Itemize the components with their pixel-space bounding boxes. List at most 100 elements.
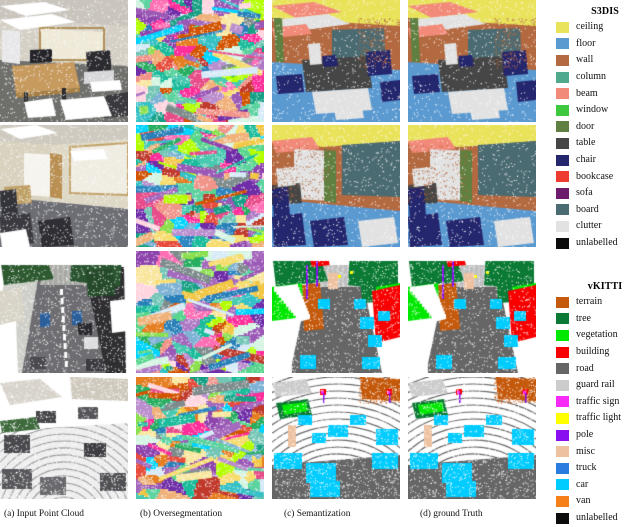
legend-label: truck <box>576 462 597 474</box>
legend-swatch-unlabelled-icon <box>556 512 569 524</box>
legend-row-beam: beam <box>556 85 640 102</box>
legend-row-clutter: clutter <box>556 218 640 235</box>
legend-row-pole: pole <box>556 427 640 444</box>
legend-swatch-clutter-icon <box>556 220 569 232</box>
legend-swatch-column-icon <box>556 71 569 83</box>
legend-vkitti: vKITTI terrain tree vegetation building road… <box>556 281 640 526</box>
legend-swatch-tree-icon <box>556 313 569 325</box>
legend-title-vkitti: vKITTI <box>587 281 623 292</box>
legend-row-column: column <box>556 69 640 86</box>
legend-label: door <box>576 120 595 132</box>
panel-canvas-vkitti-parking-ground-truth <box>408 377 536 499</box>
panel-vkitti-street-ground-truth <box>408 251 536 373</box>
caption-semantization: (c) Semantization <box>284 509 351 519</box>
legend-label: car <box>576 478 589 490</box>
legend-row-wall: wall <box>556 52 640 69</box>
panel-s3dis-room-oversegmentation <box>136 125 264 247</box>
panel-canvas-s3dis-office-oversegmentation <box>136 0 264 122</box>
legend-row-traffic-sign: traffic sign <box>556 394 640 411</box>
panel-grid <box>0 0 540 502</box>
legend-label: ceiling <box>576 21 604 33</box>
legend-label: van <box>576 495 591 507</box>
legend-swatch-ceiling-icon <box>556 21 569 33</box>
legend-swatch-table-icon <box>556 137 569 149</box>
legend-row-vegetation: vegetation <box>556 327 640 344</box>
legend-label: chair <box>576 154 596 166</box>
legend-label: traffic light <box>576 412 622 424</box>
panel-vkitti-street-semantization <box>272 251 400 373</box>
legend-label: building <box>576 346 610 358</box>
panel-s3dis-room-input-point-cloud <box>0 125 128 247</box>
panel-s3dis-room-semantization <box>272 125 400 247</box>
legend-swatch-misc-icon <box>556 446 569 458</box>
caption-oversegmentation: (b) Oversegmentation <box>140 509 223 519</box>
legend-label: board <box>576 203 599 215</box>
legend-items-s3dis: ceiling floor wall column beam window door tabl… <box>556 19 640 251</box>
legend-row-unlabelled: unlabelled <box>556 510 640 527</box>
legend-row-truck: truck <box>556 460 640 477</box>
legend-row-sofa: sofa <box>556 185 640 202</box>
legend-swatch-building-icon <box>556 346 569 358</box>
panel-canvas-vkitti-parking-semantization <box>272 377 400 499</box>
panel-canvas-vkitti-parking-oversegmentation <box>136 377 264 499</box>
legend-row-board: board <box>556 202 640 219</box>
legend-swatch-vegetation-icon <box>556 329 569 341</box>
legend-row-chair: chair <box>556 152 640 169</box>
figure-point-cloud-segmentation: (a) Input Point Cloud (b) Oversegmentati… <box>0 0 640 527</box>
panel-s3dis-office-ground-truth <box>408 0 536 122</box>
legend-swatch-truck-icon <box>556 462 569 474</box>
panel-canvas-s3dis-office-ground-truth <box>408 0 536 122</box>
panel-s3dis-room-ground-truth <box>408 125 536 247</box>
legend-swatch-board-icon <box>556 204 569 216</box>
legend-row-guard-rail: guard rail <box>556 377 640 394</box>
legend-row-building: building <box>556 344 640 361</box>
panel-canvas-vkitti-street-semantization <box>272 251 400 373</box>
legend-row-car: car <box>556 477 640 494</box>
panel-vkitti-parking-input-point-cloud <box>0 377 128 499</box>
legend-swatch-traffic-sign-icon <box>556 396 569 408</box>
panel-vkitti-street-input-point-cloud <box>0 251 128 373</box>
legend-label: terrain <box>576 296 603 308</box>
panel-canvas-s3dis-room-oversegmentation <box>136 125 264 247</box>
legend-swatch-traffic-light-icon <box>556 412 569 424</box>
panel-canvas-vkitti-street-oversegmentation <box>136 251 264 373</box>
legend-swatch-door-icon <box>556 121 569 133</box>
panel-canvas-vkitti-street-ground-truth <box>408 251 536 373</box>
legend-label: sofa <box>576 187 593 199</box>
panel-canvas-s3dis-office-input-point-cloud <box>0 0 128 122</box>
legend-row-terrain: terrain <box>556 294 640 311</box>
legend-label: misc <box>576 445 595 457</box>
panel-vkitti-parking-semantization <box>272 377 400 499</box>
legend-row-misc: misc <box>556 443 640 460</box>
legend-swatch-window-icon <box>556 104 569 116</box>
legend-swatch-bookcase-icon <box>556 171 569 183</box>
caption-ground-truth: (d) ground Truth <box>420 509 483 519</box>
legend-label: bookcase <box>576 170 614 182</box>
legend-items-vkitti: terrain tree vegetation building road guard r… <box>556 294 640 526</box>
legend-row-van: van <box>556 493 640 510</box>
panel-vkitti-parking-ground-truth <box>408 377 536 499</box>
legend-label: window <box>576 104 609 116</box>
legend-row-unlabelled: unlabelled <box>556 235 640 252</box>
panel-canvas-vkitti-street-input-point-cloud <box>0 251 128 373</box>
panel-vkitti-parking-oversegmentation <box>136 377 264 499</box>
legend-row-road: road <box>556 360 640 377</box>
legend-swatch-floor-icon <box>556 38 569 50</box>
legend-row-table: table <box>556 135 640 152</box>
panel-canvas-s3dis-room-ground-truth <box>408 125 536 247</box>
legend-swatch-beam-icon <box>556 88 569 100</box>
panel-canvas-s3dis-room-semantization <box>272 125 400 247</box>
legend-swatch-road-icon <box>556 363 569 375</box>
legend-swatch-terrain-icon <box>556 296 569 308</box>
panel-canvas-s3dis-office-semantization <box>272 0 400 122</box>
legend-swatch-guard-rail-icon <box>556 379 569 391</box>
legend-row-tree: tree <box>556 311 640 328</box>
legend-swatch-chair-icon <box>556 154 569 166</box>
panel-canvas-vkitti-parking-input-point-cloud <box>0 377 128 499</box>
legend-label: floor <box>576 37 596 49</box>
legend-row-ceiling: ceiling <box>556 19 640 36</box>
panel-s3dis-office-semantization <box>272 0 400 122</box>
legend-row-door: door <box>556 119 640 136</box>
panel-s3dis-office-oversegmentation <box>136 0 264 122</box>
legend-label: tree <box>576 312 591 324</box>
